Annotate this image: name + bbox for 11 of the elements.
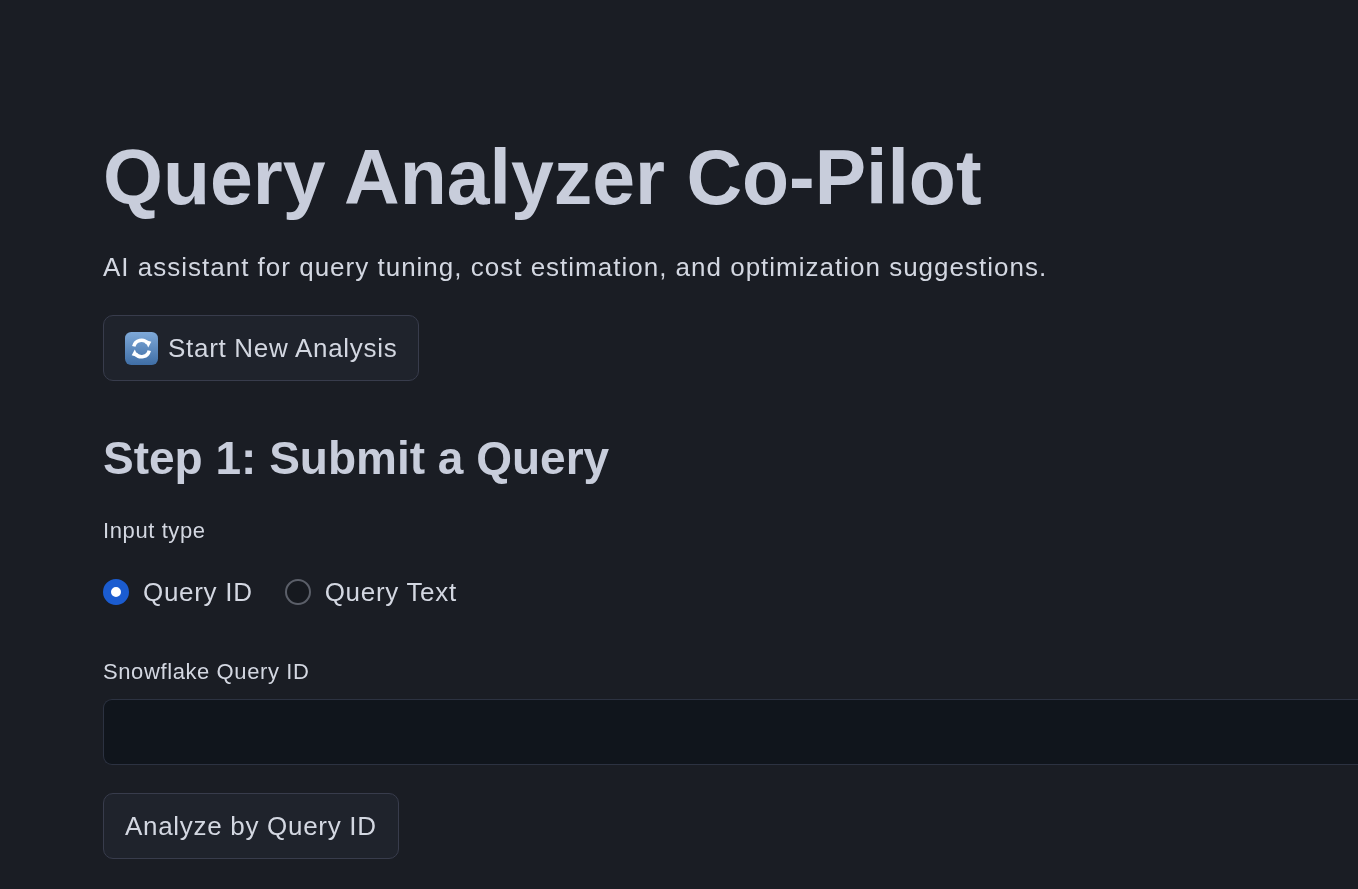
page-title: Query Analyzer Co-Pilot xyxy=(103,133,983,222)
radio-option[interactable]: Query Text xyxy=(284,577,457,607)
input-type-label: Input type xyxy=(103,517,206,545)
analyze-by-query-id-button[interactable]: Analyze by Query ID xyxy=(103,793,399,859)
query-id-label: Snowflake Query ID xyxy=(103,658,310,686)
refresh-icon xyxy=(125,331,158,365)
step-heading: Step 1: Submit a Query xyxy=(103,431,611,486)
radio-option[interactable]: Query ID xyxy=(103,577,253,607)
start-new-analysis-button[interactable]: Start New Analysis xyxy=(103,315,420,381)
input-field[interactable] xyxy=(103,699,1358,765)
page-subtitle: AI assistant for query tuning, cost estimation, and optimization suggestions. xyxy=(103,251,1049,284)
